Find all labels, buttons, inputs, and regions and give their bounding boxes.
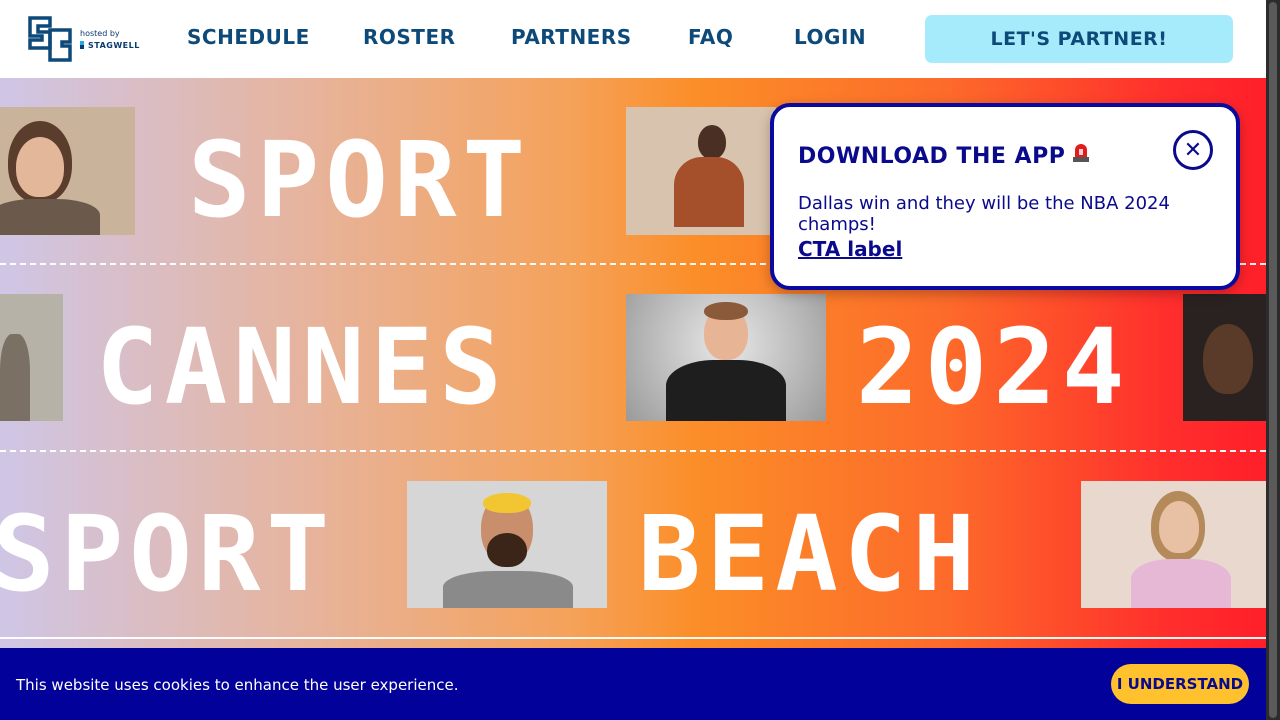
athlete-photo — [626, 294, 826, 421]
cookie-message: This website uses cookies to enhance the… — [16, 676, 459, 694]
hero-word-2024: 2024 — [856, 306, 1131, 428]
sb-logo-icon — [28, 16, 72, 62]
siren-icon — [1071, 141, 1091, 169]
nav-roster[interactable]: ROSTER — [363, 25, 456, 49]
hero-word-cannes: CANNES — [96, 306, 508, 428]
nav-faq[interactable]: FAQ — [688, 25, 733, 49]
popup-title: DOWNLOAD THE APP — [798, 141, 1091, 169]
cookie-banner: This website uses cookies to enhance the… — [0, 648, 1266, 720]
hero-word-sport: SPORT — [0, 493, 336, 615]
divider-line — [0, 450, 1266, 452]
stagwell-label: STAGWELL — [88, 41, 140, 50]
popup-title-text: DOWNLOAD THE APP — [798, 144, 1066, 169]
athlete-photo — [1081, 481, 1266, 608]
athlete-photo — [0, 294, 63, 421]
athlete-photo — [407, 481, 607, 608]
hero-word-beach: BEACH — [638, 493, 982, 615]
divider-line — [0, 637, 1266, 639]
popup-cta-link[interactable]: CTA label — [798, 237, 902, 261]
nav-partners[interactable]: PARTNERS — [511, 25, 632, 49]
nav-login[interactable]: LOGIN — [794, 25, 866, 49]
athlete-photo — [1183, 294, 1266, 421]
stagwell-icon — [80, 41, 84, 49]
sport-beach-logo[interactable]: hosted by STAGWELL — [26, 14, 146, 64]
popup-message: Dallas win and they will be the NBA 2024… — [798, 193, 1170, 235]
nav-schedule[interactable]: SCHEDULE — [187, 25, 310, 49]
lets-partner-button[interactable]: LET'S PARTNER! — [925, 15, 1233, 63]
popup-close-button[interactable]: ✕ — [1173, 130, 1213, 170]
athlete-photo — [0, 107, 135, 235]
hero-word-sport: SPORT — [188, 119, 532, 241]
page-scrollbar[interactable] — [1266, 0, 1280, 720]
scrollbar-thumb[interactable] — [1269, 2, 1277, 718]
site-header: hosted by STAGWELL SCHEDULE ROSTER PARTN… — [0, 0, 1266, 78]
cookie-accept-button[interactable]: I UNDERSTAND — [1111, 664, 1249, 704]
download-app-popup: DOWNLOAD THE APP ✕ Dallas win and they w… — [770, 103, 1240, 290]
hosted-by-label: hosted by — [80, 29, 120, 38]
athlete-photo — [626, 107, 776, 235]
close-icon: ✕ — [1183, 137, 1203, 163]
